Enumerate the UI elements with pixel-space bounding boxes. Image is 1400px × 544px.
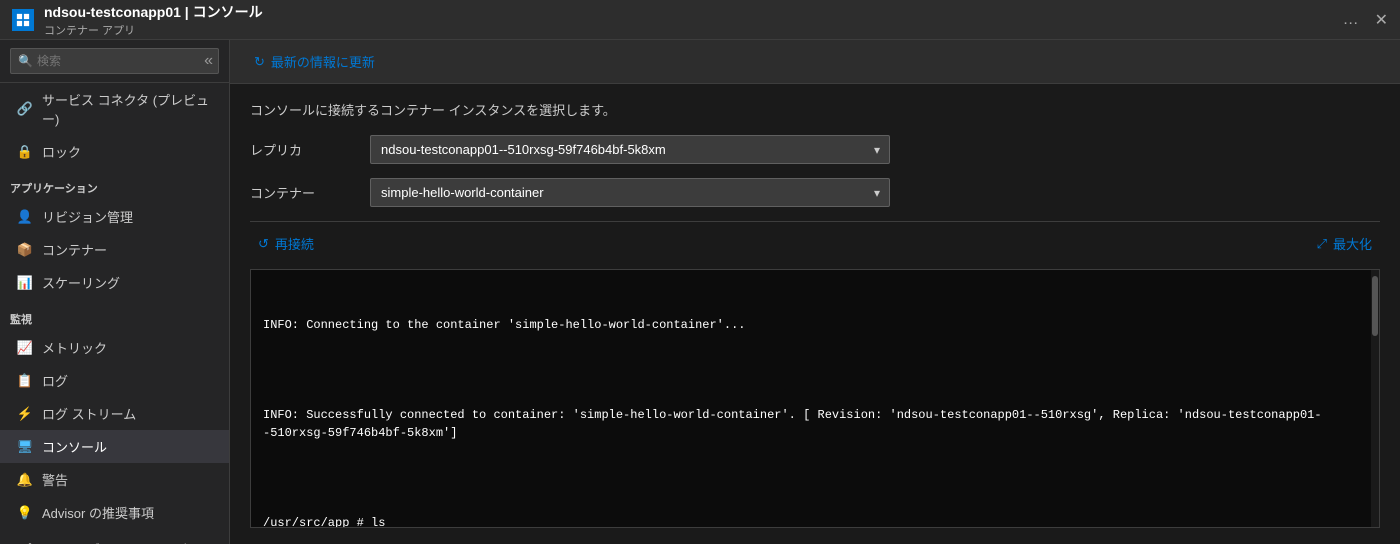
page-subtitle: コンテナー アプリ [44, 22, 1327, 38]
sidebar-collapse-button[interactable]: « [198, 48, 219, 74]
sidebar-item-containers[interactable]: 📦 コンテナー [0, 233, 229, 266]
titlebar-text: ndsou-testconapp01 | コンソール コンテナー アプリ [44, 2, 1327, 38]
sidebar-item-label: サービス コネクタ (プレビュー) [42, 90, 219, 128]
app-logo [12, 9, 34, 31]
terminal-scrollbar-thumb [1372, 276, 1378, 336]
more-options-button[interactable]: … [1343, 11, 1359, 29]
sidebar-item-advisor[interactable]: 💡 Advisor の推奨事項 [0, 496, 229, 529]
section-label-monitor: 監視 [0, 299, 229, 331]
alerts-icon: 🔔 [16, 471, 34, 489]
sidebar-item-alerts[interactable]: 🔔 警告 [0, 463, 229, 496]
refresh-icon: ↻ [254, 54, 265, 70]
sidebar-item-label: スケーリング [42, 273, 120, 292]
sidebar-item-label: ログ ストリーム [42, 404, 136, 423]
sidebar-item-label: リビジョン管理 [42, 207, 133, 226]
main-layout: 🔍 « 🔗 サービス コネクタ (プレビュー) 🔒 ロック アプリケーション 👤… [0, 40, 1400, 544]
replica-label: レプリカ [250, 140, 370, 159]
sidebar-search-container: 🔍 « [0, 40, 229, 83]
search-input[interactable] [10, 48, 219, 74]
refresh-button[interactable]: ↻ 最新の情報に更新 [246, 48, 383, 75]
revision-icon: 👤 [16, 208, 34, 226]
content-area: コンソールに接続するコンテナー インスタンスを選択します。 レプリカ ndsou… [230, 84, 1400, 544]
sidebar-item-service-connector[interactable]: 🔗 サービス コネクタ (プレビュー) [0, 83, 229, 135]
sidebar-item-label: メトリック [42, 338, 107, 357]
sidebar-item-metrics[interactable]: 📈 メトリック [0, 331, 229, 364]
terminal-line-2: INFO: Successfully connected to containe… [263, 406, 1359, 442]
sidebar-item-lock[interactable]: 🔒 ロック [0, 135, 229, 168]
close-button[interactable]: ✕ [1375, 10, 1388, 30]
container-select[interactable]: simple-hello-world-container [370, 178, 890, 207]
sidebar-item-logs[interactable]: 📋 ログ [0, 364, 229, 397]
logs-icon: 📋 [16, 372, 34, 390]
sidebar: 🔍 « 🔗 サービス コネクタ (プレビュー) 🔒 ロック アプリケーション 👤… [0, 40, 230, 544]
sidebar-item-label: コンテナー [42, 240, 107, 259]
section-description: コンソールに接続するコンテナー インスタンスを選択します。 [250, 100, 1380, 119]
section-label-app: アプリケーション [0, 168, 229, 200]
terminal-line-1: INFO: Connecting to the container 'simpl… [263, 316, 1359, 334]
service-connector-icon: 🔗 [16, 100, 34, 118]
replica-row: レプリカ ndsou-testconapp01--510rxsg-59f746b… [250, 135, 1380, 164]
sidebar-item-label: Advisor の推奨事項 [42, 503, 154, 522]
search-icon: 🔍 [18, 54, 33, 68]
containers-icon: 📦 [16, 241, 34, 259]
terminal-scrollbar[interactable] [1371, 270, 1379, 527]
refresh-label: 最新の情報に更新 [271, 52, 375, 71]
terminal-line-3: /usr/src/app # ls [263, 514, 1359, 527]
titlebar: ndsou-testconapp01 | コンソール コンテナー アプリ … ✕ [0, 0, 1400, 40]
toolbar: ↻ 最新の情報に更新 [230, 40, 1400, 84]
replica-select-wrapper: ndsou-testconapp01--510rxsg-59f746b4bf-5… [370, 135, 890, 164]
lock-icon: 🔒 [16, 143, 34, 161]
metrics-icon: 📈 [16, 339, 34, 357]
container-row: コンテナー simple-hello-world-container ▾ [250, 178, 1380, 207]
sidebar-item-revision[interactable]: 👤 リビジョン管理 [0, 200, 229, 233]
section-label-support: サポート + トラブルシューティング [0, 529, 229, 544]
page-title: ndsou-testconapp01 | コンソール [44, 2, 1327, 22]
reconnect-button[interactable]: ↺ 再接続 [250, 230, 322, 257]
terminal-container: INFO: Connecting to the container 'simpl… [250, 269, 1380, 528]
maximize-label: 最大化 [1333, 234, 1372, 253]
reconnect-label: 再接続 [275, 234, 314, 253]
console-icon: 🖥 [16, 438, 34, 456]
container-select-wrapper: simple-hello-world-container ▾ [370, 178, 890, 207]
maximize-icon: ⤢ [1317, 236, 1327, 252]
sidebar-item-label: コンソール [42, 437, 107, 456]
sidebar-item-label: 警告 [42, 470, 68, 489]
container-select-container: simple-hello-world-container ▾ [370, 178, 890, 207]
advisor-icon: 💡 [16, 504, 34, 522]
reconnect-bar: ↺ 再接続 ⤢ 最大化 [250, 221, 1380, 265]
log-stream-icon: ⚡ [16, 405, 34, 423]
sidebar-item-scaling[interactable]: 📊 スケーリング [0, 266, 229, 299]
maximize-button[interactable]: ⤢ 最大化 [1309, 230, 1380, 257]
scaling-icon: 📊 [16, 274, 34, 292]
replica-select[interactable]: ndsou-testconapp01--510rxsg-59f746b4bf-5… [370, 135, 890, 164]
reconnect-icon: ↺ [258, 236, 269, 252]
terminal-output[interactable]: INFO: Connecting to the container 'simpl… [251, 270, 1371, 527]
content-panel: ↻ 最新の情報に更新 コンソールに接続するコンテナー インスタンスを選択します。… [230, 40, 1400, 544]
sidebar-item-console[interactable]: 🖥 コンソール [0, 430, 229, 463]
sidebar-item-log-stream[interactable]: ⚡ ログ ストリーム [0, 397, 229, 430]
sidebar-item-label: ログ [42, 371, 68, 390]
container-label: コンテナー [250, 183, 370, 202]
replica-select-container: ndsou-testconapp01--510rxsg-59f746b4bf-5… [370, 135, 890, 164]
sidebar-item-label: ロック [42, 142, 81, 161]
